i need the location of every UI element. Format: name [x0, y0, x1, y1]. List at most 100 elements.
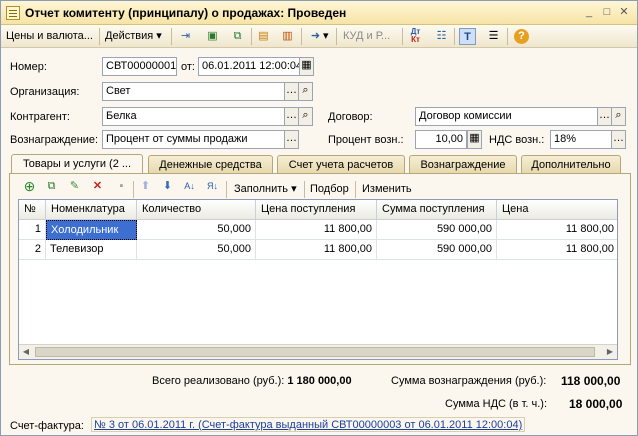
organization-label: Организация: — [10, 86, 80, 98]
scrollbar-thumb[interactable] — [35, 347, 595, 357]
document-remove-icon[interactable]: ▥ — [279, 28, 296, 45]
toolbar-separator — [355, 181, 356, 198]
contractor-field[interactable]: Белка — [102, 107, 285, 126]
table-cell[interactable]: Холодильник — [46, 220, 137, 240]
document-window: Отчет комитенту (принципалу) о продажах:… — [0, 0, 638, 436]
organization-field[interactable]: Свет — [102, 82, 285, 101]
text-format-icon[interactable]: T — [459, 28, 476, 45]
move-up-icon[interactable]: ⬆ — [137, 178, 154, 195]
kudr-button[interactable]: КУД и Р... — [343, 28, 390, 45]
reward-field[interactable]: Процент от суммы продажи — [102, 130, 285, 149]
structure-icon[interactable]: ☷ — [433, 28, 450, 45]
reward-select-button[interactable]: … — [284, 130, 299, 149]
chevron-down-icon: ▾ — [291, 183, 297, 195]
add-icon[interactable]: ⊕ — [21, 178, 38, 195]
sort-asc-icon[interactable]: A↓ — [181, 178, 198, 195]
number-field[interactable]: СВТ00000001 — [102, 57, 177, 76]
toolbar-separator — [133, 181, 134, 198]
column-header[interactable]: № — [19, 200, 46, 220]
post-icon[interactable]: ▣ — [204, 28, 221, 45]
total-sold: Всего реализовано (руб.): 1 180 000,00 — [152, 375, 352, 387]
save-icon[interactable]: ▪ — [113, 178, 130, 195]
table-cell[interactable]: 11 800,00 — [256, 220, 377, 240]
table-cell[interactable]: 590 000,00 — [377, 220, 497, 240]
reward-sum-value: 118 000,00 — [561, 374, 621, 388]
fill-menu-button[interactable]: Заполнить ▾ — [234, 181, 297, 198]
window-title: Отчет комитенту (принципалу) о продажах:… — [25, 6, 347, 20]
table-cell[interactable]: 50,000 — [137, 220, 256, 240]
close-icon[interactable]: ✕ — [617, 5, 631, 19]
contractor-search-icon[interactable]: ⌕ — [298, 107, 313, 126]
kt-label: Кт — [411, 35, 420, 44]
actions-menu-button[interactable]: Действия ▾ — [105, 28, 162, 45]
date-field[interactable]: 06.01.2011 12:00:04 — [198, 57, 301, 76]
percent-field[interactable]: 10,00 — [415, 130, 467, 149]
contract-search-icon[interactable]: ⌕ — [611, 107, 626, 126]
number-label: Номер: — [10, 61, 47, 73]
list-icon[interactable]: ☰ — [485, 28, 502, 45]
scroll-right-icon[interactable]: ▶ — [603, 345, 617, 359]
tab-goods-services[interactable]: Товары и услуги (2 ... — [11, 154, 143, 174]
edit-icon[interactable]: ✎ — [66, 178, 83, 195]
document-add-icon[interactable]: ▤ — [255, 28, 272, 45]
toolbar-separator — [507, 28, 508, 45]
chevron-down-icon: ▾ — [156, 30, 162, 42]
toolbar-separator — [251, 28, 252, 45]
contractor-label: Контрагент: — [10, 111, 70, 123]
scroll-left-icon[interactable]: ◀ — [19, 345, 33, 359]
copy-icon[interactable]: ⧉ — [229, 28, 246, 45]
contract-select-button[interactable]: … — [597, 107, 612, 126]
tab-reward[interactable]: Вознаграждение — [409, 155, 517, 174]
go-icon[interactable]: ➜ — [307, 28, 324, 45]
column-header[interactable]: Количество — [137, 200, 256, 220]
column-header[interactable]: Номенклатура — [46, 200, 137, 220]
vat-field[interactable]: 18% — [550, 130, 612, 149]
document-icon — [6, 6, 20, 20]
table-cell[interactable]: 2 — [19, 240, 46, 260]
vat-label: НДС возн.: — [489, 134, 545, 146]
total-sold-value: 1 180 000,00 — [287, 375, 352, 387]
contractor-select-button[interactable]: … — [284, 107, 299, 126]
vat-sum-value: 18 000,00 — [569, 397, 623, 411]
table-cell[interactable]: Телевизор — [46, 240, 137, 260]
horizontal-scrollbar[interactable]: ◀ ▶ — [19, 344, 617, 359]
calculator-icon[interactable]: ▦ — [467, 130, 482, 149]
sort-desc-icon[interactable]: Я↓ — [204, 178, 221, 195]
move-down-icon[interactable]: ⬇ — [159, 178, 176, 195]
tab-cash[interactable]: Денежные средства — [148, 155, 273, 174]
column-header[interactable]: Цена поступления — [256, 200, 377, 220]
reward-label: Вознаграждение: — [10, 134, 99, 146]
go-chevron-icon[interactable]: ▾ — [323, 28, 329, 45]
select-button[interactable]: Подбор — [310, 181, 349, 198]
toolbar-separator — [99, 28, 100, 45]
prices-currency-button[interactable]: Цены и валюта... — [6, 28, 93, 45]
column-header[interactable]: Цена — [497, 200, 617, 220]
actions-label: Действия — [105, 30, 154, 42]
reward-sum-label: Сумма вознаграждения (руб.): — [391, 375, 547, 387]
toolbar-separator — [336, 28, 337, 45]
change-button[interactable]: Изменить — [362, 181, 412, 198]
vat-select-button[interactable]: … — [611, 130, 626, 149]
dt-kt-button[interactable]: Дт Кт — [407, 28, 424, 45]
minimize-icon[interactable]: _ — [582, 5, 596, 19]
table-cell[interactable]: 11 800,00 — [497, 220, 617, 240]
organization-select-button[interactable]: … — [284, 82, 299, 101]
table-cell[interactable]: 50,000 — [137, 240, 256, 260]
organization-search-icon[interactable]: ⌕ — [298, 82, 313, 101]
calendar-icon[interactable]: ▦ — [299, 57, 314, 76]
column-header[interactable]: Сумма поступления — [377, 200, 497, 220]
help-icon[interactable]: ? — [514, 29, 529, 44]
toolbar-separator — [226, 181, 227, 198]
table-cell[interactable]: 590 000,00 — [377, 240, 497, 260]
post-close-icon[interactable]: ⇥ — [177, 28, 194, 45]
tab-settlement-account[interactable]: Счет учета расчетов — [277, 155, 405, 174]
maximize-icon[interactable]: □ — [600, 5, 614, 19]
tab-additional[interactable]: Дополнительно — [521, 155, 621, 174]
table-cell[interactable]: 11 800,00 — [256, 240, 377, 260]
table-cell[interactable]: 1 — [19, 220, 46, 240]
invoice-link[interactable]: № 3 от 06.01.2011 г. (Счет-фактура выдан… — [91, 417, 526, 432]
delete-icon[interactable]: ✕ — [89, 178, 106, 195]
table-cell[interactable]: 11 800,00 — [497, 240, 617, 260]
copy-row-icon[interactable]: ⧉ — [43, 178, 60, 195]
contract-field[interactable]: Договор комиссии — [415, 107, 598, 126]
